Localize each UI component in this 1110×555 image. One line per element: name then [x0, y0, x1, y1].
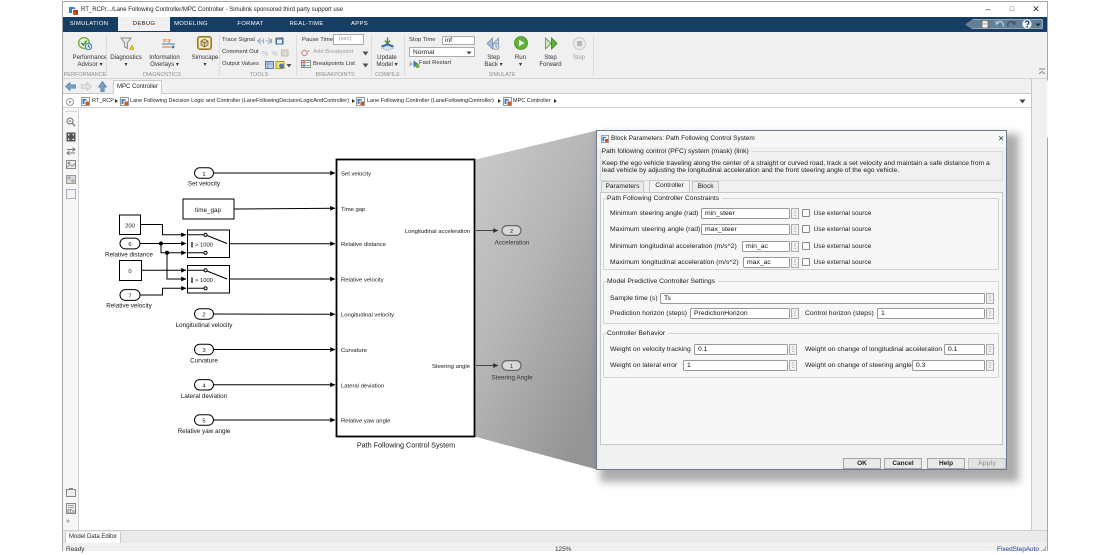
- svg-text:Lateral deviation: Lateral deviation: [181, 393, 228, 400]
- svg-text:Set velocity: Set velocity: [188, 181, 221, 188]
- svg-text:Relative yaw angle: Relative yaw angle: [178, 428, 231, 435]
- svg-text:Relative velocity: Relative velocity: [106, 303, 152, 310]
- svg-text:1: 1: [202, 172, 205, 178]
- svg-text:Relative distance: Relative distance: [341, 242, 387, 248]
- svg-text:time_gap: time_gap: [195, 207, 221, 214]
- svg-text:Longitudinal velocity: Longitudinal velocity: [341, 313, 394, 319]
- svg-text:Steering Angle: Steering Angle: [492, 375, 533, 382]
- svg-text:%: %: [262, 51, 268, 57]
- svg-text:x:y: x:y: [163, 38, 172, 44]
- svg-text:2: 2: [510, 229, 513, 235]
- svg-text:7: 7: [128, 294, 131, 300]
- svg-text:0101: 0101: [67, 509, 76, 514]
- svg-text:Path Following Control System: Path Following Control System: [357, 441, 455, 450]
- svg-text:Relative velocity: Relative velocity: [341, 278, 384, 284]
- svg-text:Steering angle: Steering angle: [432, 364, 471, 370]
- svg-text:Longitudinal velocity: Longitudinal velocity: [176, 322, 234, 329]
- svg-text:Lateral deviation: Lateral deviation: [341, 383, 384, 389]
- svg-text:Time gap: Time gap: [341, 207, 366, 213]
- svg-text:Curvature: Curvature: [341, 348, 368, 354]
- svg-text:Acceleration: Acceleration: [495, 240, 530, 247]
- svg-text:Curvature: Curvature: [190, 358, 218, 365]
- svg-text:%: %: [272, 51, 278, 57]
- svg-text:Relative distance: Relative distance: [105, 252, 153, 259]
- svg-text:200: 200: [125, 224, 136, 230]
- svg-text:Longitudinal acceleration: Longitudinal acceleration: [405, 229, 470, 235]
- svg-text:> 1000: > 1000: [195, 242, 213, 248]
- svg-text:Set velocity: Set velocity: [341, 172, 371, 178]
- svg-text:2: 2: [202, 313, 205, 319]
- svg-text:> 1000: > 1000: [195, 278, 213, 284]
- svg-text:1: 1: [510, 364, 513, 370]
- svg-text:Relative yaw angle: Relative yaw angle: [341, 419, 391, 425]
